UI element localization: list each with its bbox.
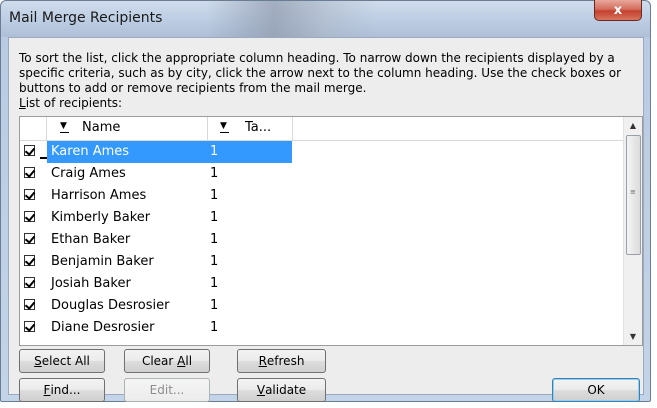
refresh-mnemonic: R xyxy=(258,354,267,368)
recipient-name: Harrison Ames xyxy=(51,188,147,203)
recipient-row[interactable]: Benjamin Baker 1 xyxy=(20,251,624,273)
name-filter-arrow-icon[interactable]: ▼ xyxy=(60,121,67,131)
recipient-name: Josiah Baker xyxy=(51,276,131,291)
clear-all-label-rest: ll xyxy=(185,354,193,368)
ta-filter-underline xyxy=(220,132,229,133)
recipient-name: Diane Desrosier xyxy=(51,320,155,335)
validate-button[interactable]: Validate xyxy=(237,378,326,402)
recipient-name: Benjamin Baker xyxy=(51,254,154,269)
recipient-row[interactable]: Kimberly Baker 1 xyxy=(20,207,624,229)
recipient-row[interactable]: Karen Ames 1 xyxy=(20,141,624,163)
selection-highlight xyxy=(207,141,292,163)
list-label-mnemonic: L xyxy=(19,96,26,110)
scroll-up-arrow-icon[interactable]: ▲ xyxy=(624,117,642,134)
recipient-name: Karen Ames xyxy=(51,144,130,159)
recipient-ta-value: 1 xyxy=(210,298,219,313)
clear-all-button[interactable]: Clear All xyxy=(124,349,210,373)
recipient-row[interactable]: Diane Desrosier 1 xyxy=(20,317,624,339)
title-bar[interactable]: Mail Merge Recipients x xyxy=(1,0,650,37)
recipient-ta-value: 1 xyxy=(210,320,219,335)
refresh-label: efresh xyxy=(266,354,305,368)
row-checkbox[interactable] xyxy=(24,233,35,244)
recipient-ta-value: 1 xyxy=(210,276,219,291)
validate-label: alidate xyxy=(265,383,307,397)
recipient-ta-value: 1 xyxy=(210,144,219,159)
title-bar-glass xyxy=(206,1,376,37)
list-label-text: ist of recipients: xyxy=(25,96,123,110)
recipient-ta-value: 1 xyxy=(210,254,219,269)
recipient-ta-value: 1 xyxy=(210,166,219,181)
recipients-grid[interactable]: ▼ Name ▼ Ta... Karen Ames 1 Craig Ames 1… xyxy=(19,116,643,346)
ok-button[interactable]: OK xyxy=(552,378,640,402)
row-checkbox[interactable] xyxy=(24,189,35,200)
recipient-ta-value: 1 xyxy=(210,188,219,203)
checkbox-column-header xyxy=(20,117,47,140)
recipient-ta-value: 1 xyxy=(210,232,219,247)
focus-marker xyxy=(40,157,47,159)
name-filter-underline xyxy=(60,132,69,133)
select-all-label: elect All xyxy=(41,354,90,368)
row-checkbox[interactable] xyxy=(24,145,35,156)
edit-button: Edit... xyxy=(124,378,210,402)
row-checkbox[interactable] xyxy=(24,167,35,178)
vertical-scrollbar[interactable]: ▲ ≡ ▼ xyxy=(623,117,642,345)
select-all-mnemonic: S xyxy=(34,354,42,368)
recipient-row[interactable]: Douglas Desrosier 1 xyxy=(20,295,624,317)
row-checkbox[interactable] xyxy=(24,255,35,266)
close-button[interactable]: x xyxy=(594,0,642,21)
find-label: ind... xyxy=(50,383,81,397)
column-header-ta[interactable]: ▼ Ta... xyxy=(208,117,293,140)
row-checkbox[interactable] xyxy=(24,211,35,222)
recipient-row[interactable]: Craig Ames 1 xyxy=(20,163,624,185)
recipient-row[interactable]: Ethan Baker 1 xyxy=(20,229,624,251)
find-mnemonic: F xyxy=(43,383,51,397)
dialog-body: To sort the list, click the appropriate … xyxy=(8,37,644,402)
recipient-name: Kimberly Baker xyxy=(51,210,151,225)
row-checkbox[interactable] xyxy=(24,277,35,288)
recipient-row[interactable]: Harrison Ames 1 xyxy=(20,185,624,207)
mail-merge-recipients-dialog: Mail Merge Recipients x To sort the list… xyxy=(0,0,651,402)
select-all-button[interactable]: Select All xyxy=(19,349,105,373)
refresh-button[interactable]: Refresh xyxy=(237,349,326,373)
column-header-ta-label: Ta... xyxy=(245,120,272,135)
scrollbar-grip-icon: ≡ xyxy=(630,188,636,196)
instructions-line-1: To sort the list, click the appropriate … xyxy=(19,51,615,65)
scroll-down-arrow-icon[interactable]: ▼ xyxy=(624,328,642,345)
recipient-name: Ethan Baker xyxy=(51,232,131,247)
instructions-text: To sort the list, click the appropriate … xyxy=(19,51,639,96)
ta-filter-arrow-icon[interactable]: ▼ xyxy=(220,121,227,131)
recipient-name: Craig Ames xyxy=(51,166,126,181)
instructions-line-2: specific criteria, such as by city, clic… xyxy=(19,66,622,80)
instructions-line-3: buttons to add or remove recipients from… xyxy=(19,81,367,95)
recipient-ta-value: 1 xyxy=(210,210,219,225)
column-header-name[interactable]: ▼ Name xyxy=(47,117,208,140)
validate-mnemonic: V xyxy=(256,383,266,397)
clear-all-label-pre: Clear xyxy=(141,354,178,368)
grid-header: ▼ Name ▼ Ta... xyxy=(20,117,624,141)
column-header-name-label: Name xyxy=(82,120,121,135)
close-icon: x xyxy=(613,2,623,18)
row-checkbox[interactable] xyxy=(24,299,35,310)
list-of-recipients-label: List of recipients: xyxy=(19,96,122,110)
row-checkbox[interactable] xyxy=(24,321,35,332)
scrollbar-thumb[interactable]: ≡ xyxy=(626,135,641,255)
recipient-name: Douglas Desrosier xyxy=(51,298,170,313)
recipient-row[interactable]: Josiah Baker 1 xyxy=(20,273,624,295)
clear-all-mnemonic: A xyxy=(177,354,186,368)
find-button[interactable]: Find... xyxy=(19,378,105,402)
window-title: Mail Merge Recipients xyxy=(9,10,163,26)
